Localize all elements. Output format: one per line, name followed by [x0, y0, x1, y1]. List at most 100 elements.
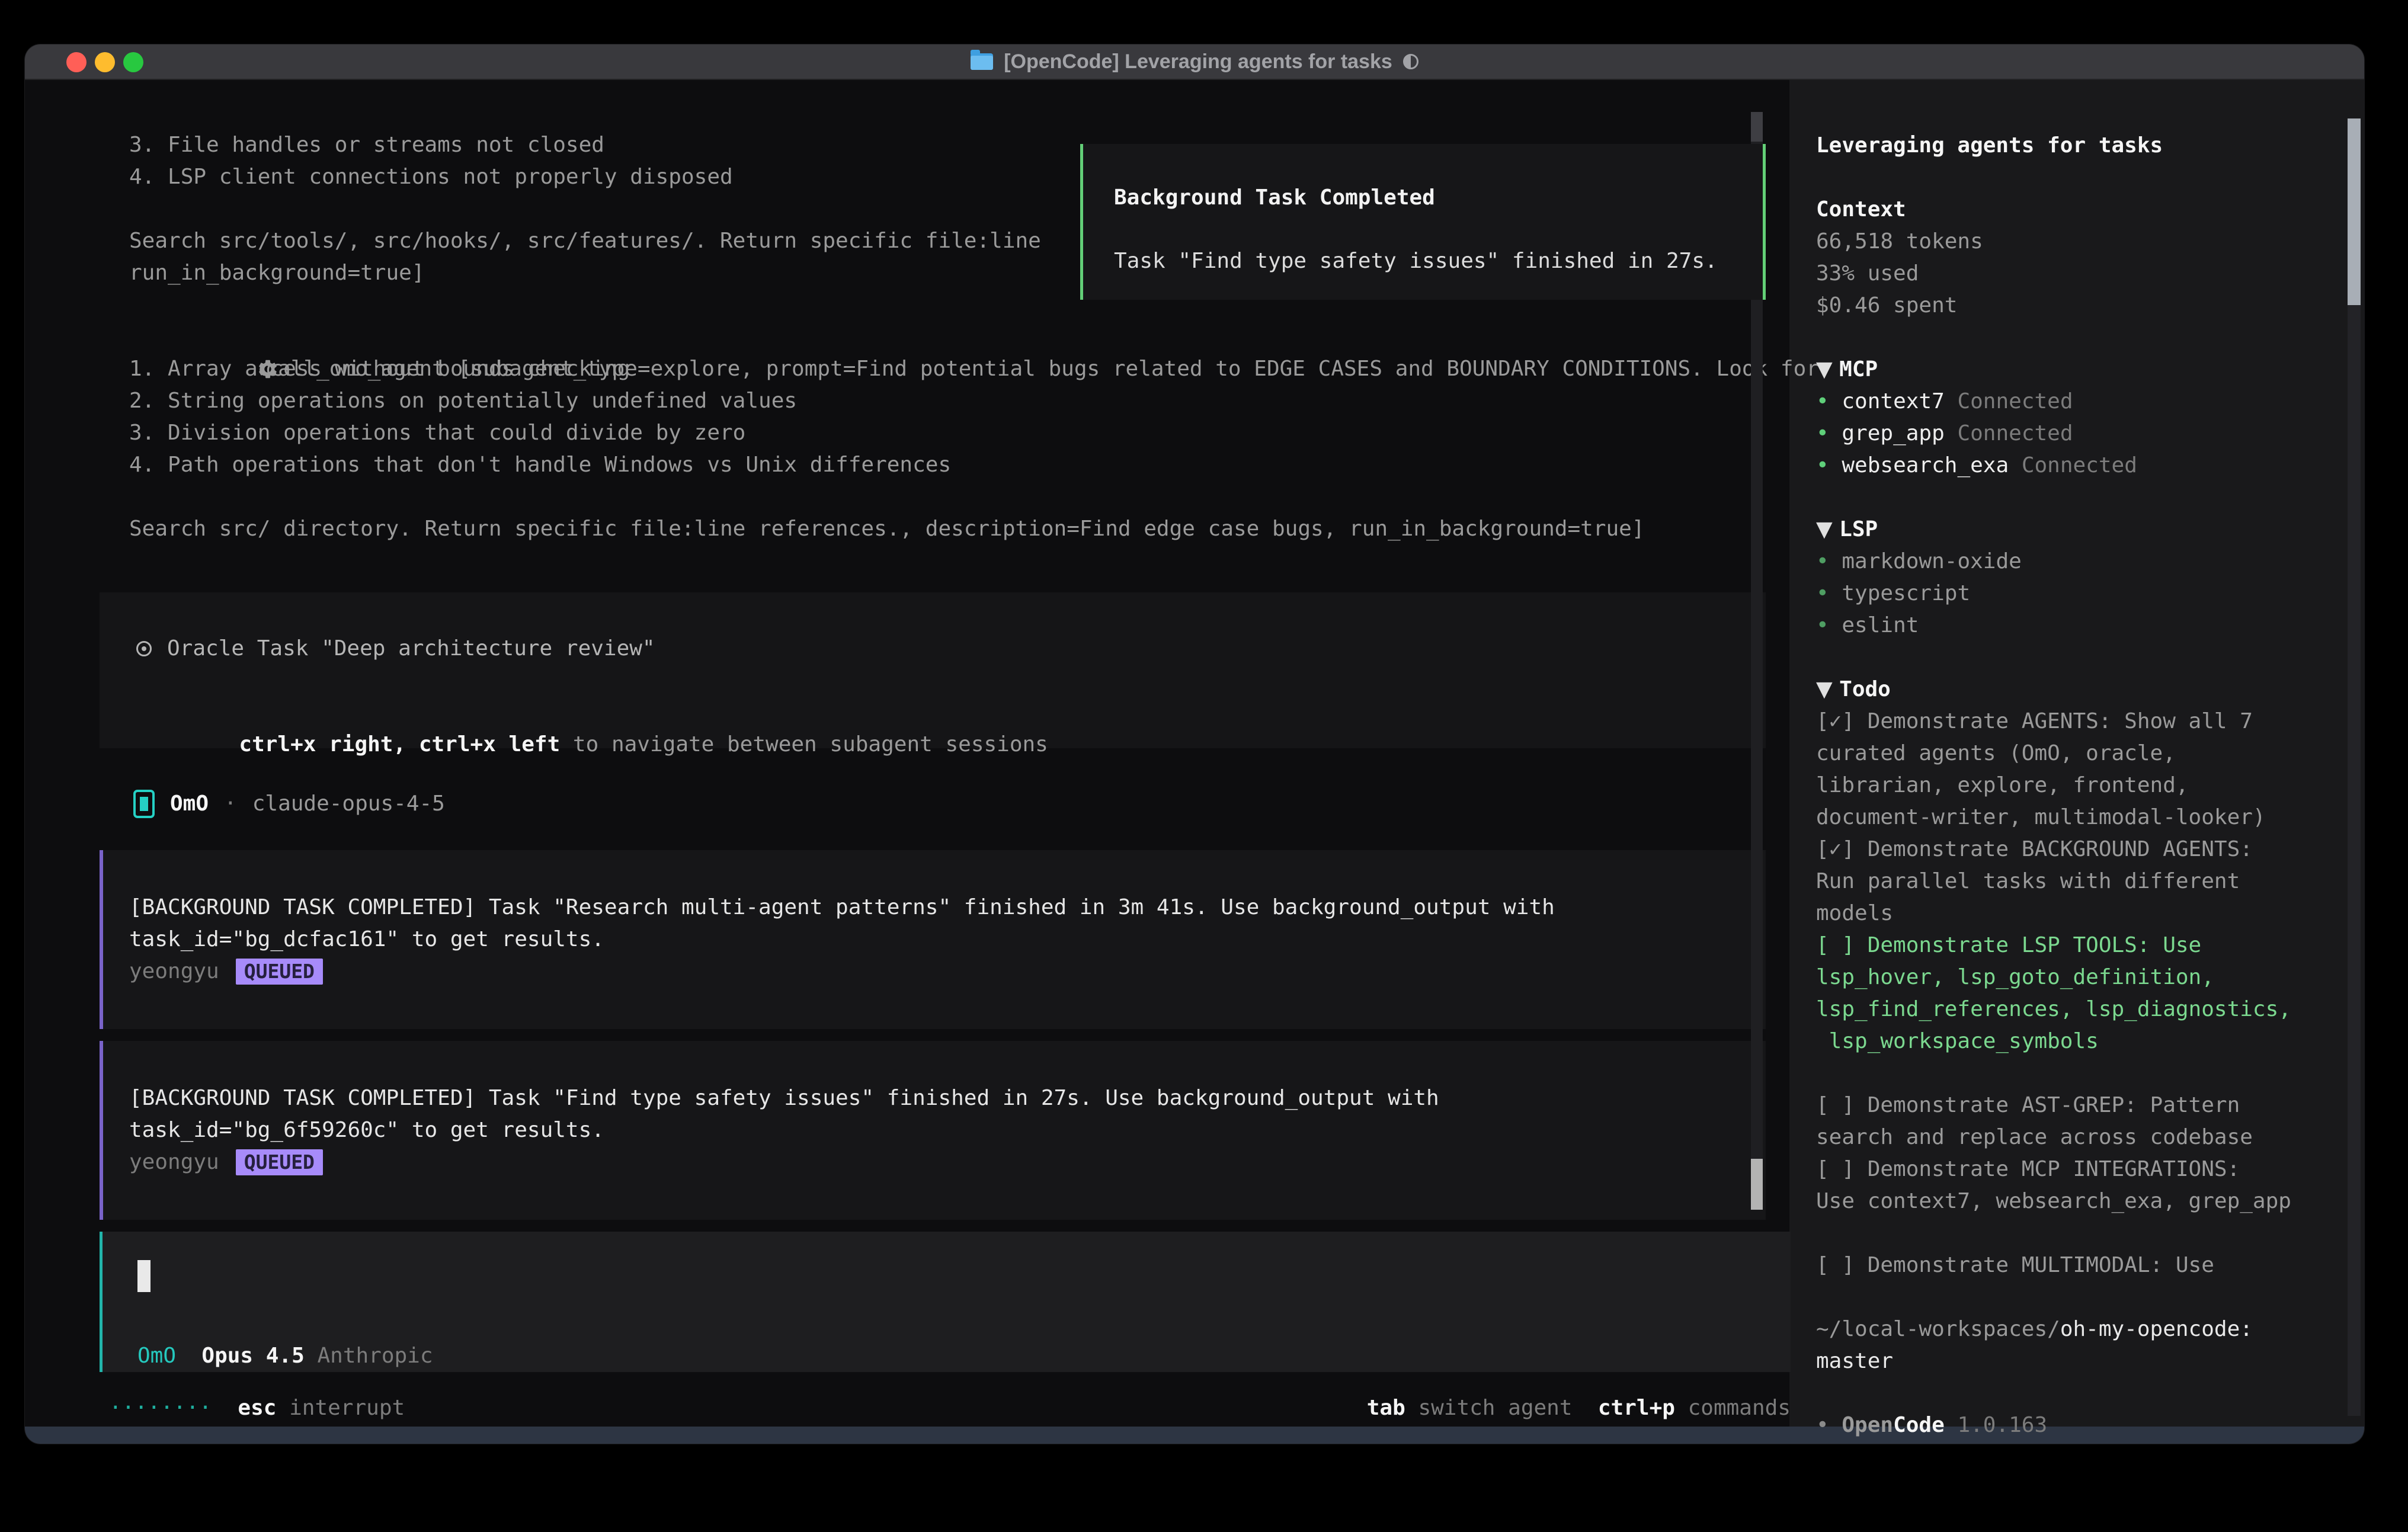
- bullet-icon: •: [1816, 1413, 1842, 1437]
- context-heading: Context: [1816, 194, 2337, 226]
- agent-name: OmO: [170, 788, 209, 820]
- tab-key-hint: tab: [1367, 1392, 1405, 1424]
- toast-title: Background Task Completed: [1114, 182, 1763, 214]
- todo-section-header[interactable]: ▼ Todo: [1816, 674, 2337, 706]
- mcp-status: Connected: [1945, 421, 2073, 446]
- spinner-dots: ········: [109, 1392, 212, 1424]
- todo-line: lsp_workspace_symbols: [1816, 1025, 2337, 1057]
- todo-line: [✓] Demonstrate BACKGROUND AGENTS:: [1816, 834, 2337, 866]
- main-scrollbar-thumb[interactable]: [1751, 1159, 1763, 1210]
- mcp-item: • websearch_exa Connected: [1816, 450, 2337, 482]
- mcp-name: context7: [1842, 389, 1944, 414]
- prompt-input[interactable]: OmO Opus 4.5 Anthropic: [100, 1232, 1791, 1372]
- status-dot-icon: •: [1816, 613, 1829, 637]
- context-used: 33% used: [1816, 258, 2337, 290]
- task-text-line: [BACKGROUND TASK COMPLETED] Task "Find t…: [129, 1082, 1766, 1114]
- status-dot-icon: •: [1816, 581, 1829, 605]
- workspace-path: ~/local-workspaces/oh-my-opencode:: [1816, 1313, 2337, 1345]
- oracle-task-label-row: Oracle Task "Deep architecture review": [136, 633, 1766, 665]
- chevron-down-icon: ▼: [1816, 357, 1839, 382]
- mcp-section-header[interactable]: ▼ MCP: [1816, 354, 2337, 386]
- lsp-section-header[interactable]: ▼ LSP: [1816, 514, 2337, 546]
- todo-line: search and replace across codebase: [1816, 1121, 2337, 1153]
- opencode-window: [OpenCode] Leveraging agents for tasks 3…: [25, 44, 2364, 1444]
- toast-body: Task "Find type safety issues" finished …: [1114, 245, 1763, 277]
- output-line: [129, 193, 1041, 225]
- todo-line: document-writer, multimodal-looker): [1816, 802, 2337, 834]
- tool-call-text: call_omo_agent [subagent_type=explore, p…: [265, 357, 1819, 381]
- chevron-down-icon: ▼: [1816, 517, 1839, 541]
- sidebar-scrollbar-track[interactable]: [2348, 118, 2361, 1416]
- todo-line: [ ] Demonstrate MULTIMODAL: Use: [1816, 1249, 2337, 1281]
- todo-line: [ ] Demonstrate AST-GREP: Pattern: [1816, 1089, 2337, 1121]
- tool-call-arg: 3. Division operations that could divide…: [129, 417, 1819, 449]
- mcp-name: grep_app: [1842, 421, 1944, 446]
- main-scrollbar-track[interactable]: [1751, 142, 1763, 1210]
- input-provider-name: Anthropic: [317, 1340, 433, 1372]
- status-dot-icon: •: [1816, 453, 1829, 477]
- task-text-line: [BACKGROUND TASK COMPLETED] Task "Resear…: [129, 892, 1766, 924]
- queued-badge: QUEUED: [236, 959, 323, 985]
- agent-icon: [133, 790, 155, 818]
- tool-call-arg: [129, 481, 1819, 513]
- todo-line: Run parallel tasks with different: [1816, 866, 2337, 898]
- agent-session-header: OmO · claude-opus-4-5: [133, 788, 445, 820]
- output-line: 4. LSP client connections not properly d…: [129, 161, 1041, 193]
- folder-icon: [971, 53, 993, 70]
- tab-key-label: switch agent: [1405, 1392, 1573, 1424]
- output-line: Search src/tools/, src/hooks/, src/featu…: [129, 225, 1041, 257]
- tool-call-arg: 2. String operations on potentially unde…: [129, 385, 1819, 417]
- oracle-task-label: Oracle Task "Deep architecture review": [167, 633, 655, 665]
- todo-line: [ ] Demonstrate MCP INTEGRATIONS:: [1816, 1153, 2337, 1185]
- screen: [OpenCode] Leveraging agents for tasks 3…: [0, 0, 2408, 1532]
- oracle-hint-text: to navigate between subagent sessions: [560, 732, 1048, 757]
- previous-output: 3. File handles or streams not closed 4.…: [129, 129, 1041, 289]
- task-text-line: task_id="bg_dcfac161" to get results.: [129, 924, 1766, 956]
- tool-call-block: call_omo_agent [subagent_type=explore, p…: [129, 321, 1819, 545]
- task-author: yeongyu: [129, 956, 219, 988]
- titlebar: [OpenCode] Leveraging agents for tasks: [25, 44, 2364, 80]
- tool-call-arg: 4. Path operations that don't handle Win…: [129, 449, 1819, 481]
- queued-badge: QUEUED: [236, 1149, 323, 1175]
- text-cursor: [137, 1260, 150, 1292]
- output-line: run_in_background=true]: [129, 257, 1041, 289]
- lsp-item: • typescript: [1816, 578, 2337, 610]
- minimize-button[interactable]: [95, 52, 115, 72]
- mcp-item: • grep_app Connected: [1816, 418, 2337, 450]
- ctrlp-key-hint: ctrl+p: [1573, 1392, 1675, 1424]
- input-agent-name: OmO: [137, 1340, 176, 1372]
- sidebar-scrollbar-thumb[interactable]: [2348, 118, 2361, 305]
- close-button[interactable]: [66, 52, 87, 72]
- ctrlp-key-label: commands: [1675, 1392, 1791, 1424]
- todo-line: curated agents (OmO, oracle,: [1816, 738, 2337, 770]
- todo-line: [ ] Demonstrate LSP TOOLS: Use: [1816, 930, 2337, 961]
- status-bar: ········ esc interrupt tab switch agent …: [109, 1392, 1791, 1424]
- tool-call-line: call_omo_agent [subagent_type=explore, p…: [129, 321, 1819, 353]
- todo-line: librarian, explore, frontend,: [1816, 770, 2337, 802]
- lsp-name: markdown-oxide: [1842, 549, 2021, 573]
- zoom-button[interactable]: [123, 52, 143, 72]
- oracle-hint-keys: ctrl+x right, ctrl+x left: [239, 732, 560, 757]
- session-title: Leveraging agents for tasks: [1816, 130, 2337, 162]
- lsp-name: typescript: [1842, 581, 1970, 605]
- context-spent: $0.46 spent: [1816, 290, 2337, 322]
- todo-line: lsp_find_references, lsp_diagnostics,: [1816, 993, 2337, 1025]
- opencode-version: • OpenCode 1.0.163: [1816, 1409, 2337, 1441]
- main-scrollbar-cap: [1751, 112, 1763, 142]
- mcp-name: websearch_exa: [1842, 453, 2009, 477]
- agent-model: claude-opus-4-5: [252, 788, 445, 820]
- chevron-down-icon: ▼: [1816, 677, 1839, 701]
- task-author: yeongyu: [129, 1146, 219, 1178]
- lsp-item: • eslint: [1816, 610, 2337, 642]
- lsp-name: eslint: [1842, 613, 1919, 637]
- todo-line: [✓] Demonstrate AGENTS: Show all 7: [1816, 706, 2337, 738]
- todo-line: Use context7, websearch_exa, grep_app: [1816, 1185, 2337, 1217]
- mcp-status: Connected: [1945, 389, 2073, 414]
- todo-line: models: [1816, 898, 2337, 930]
- todo-line: lsp_hover, lsp_goto_definition,: [1816, 961, 2337, 993]
- task-text-line: task_id="bg_6f59260c" to get results.: [129, 1114, 1766, 1146]
- oracle-task-card[interactable]: Oracle Task "Deep architecture review" c…: [100, 592, 1766, 748]
- mcp-item: • context7 Connected: [1816, 386, 2337, 418]
- lsp-item: • markdown-oxide: [1816, 546, 2337, 578]
- workspace-branch: master: [1816, 1345, 2337, 1377]
